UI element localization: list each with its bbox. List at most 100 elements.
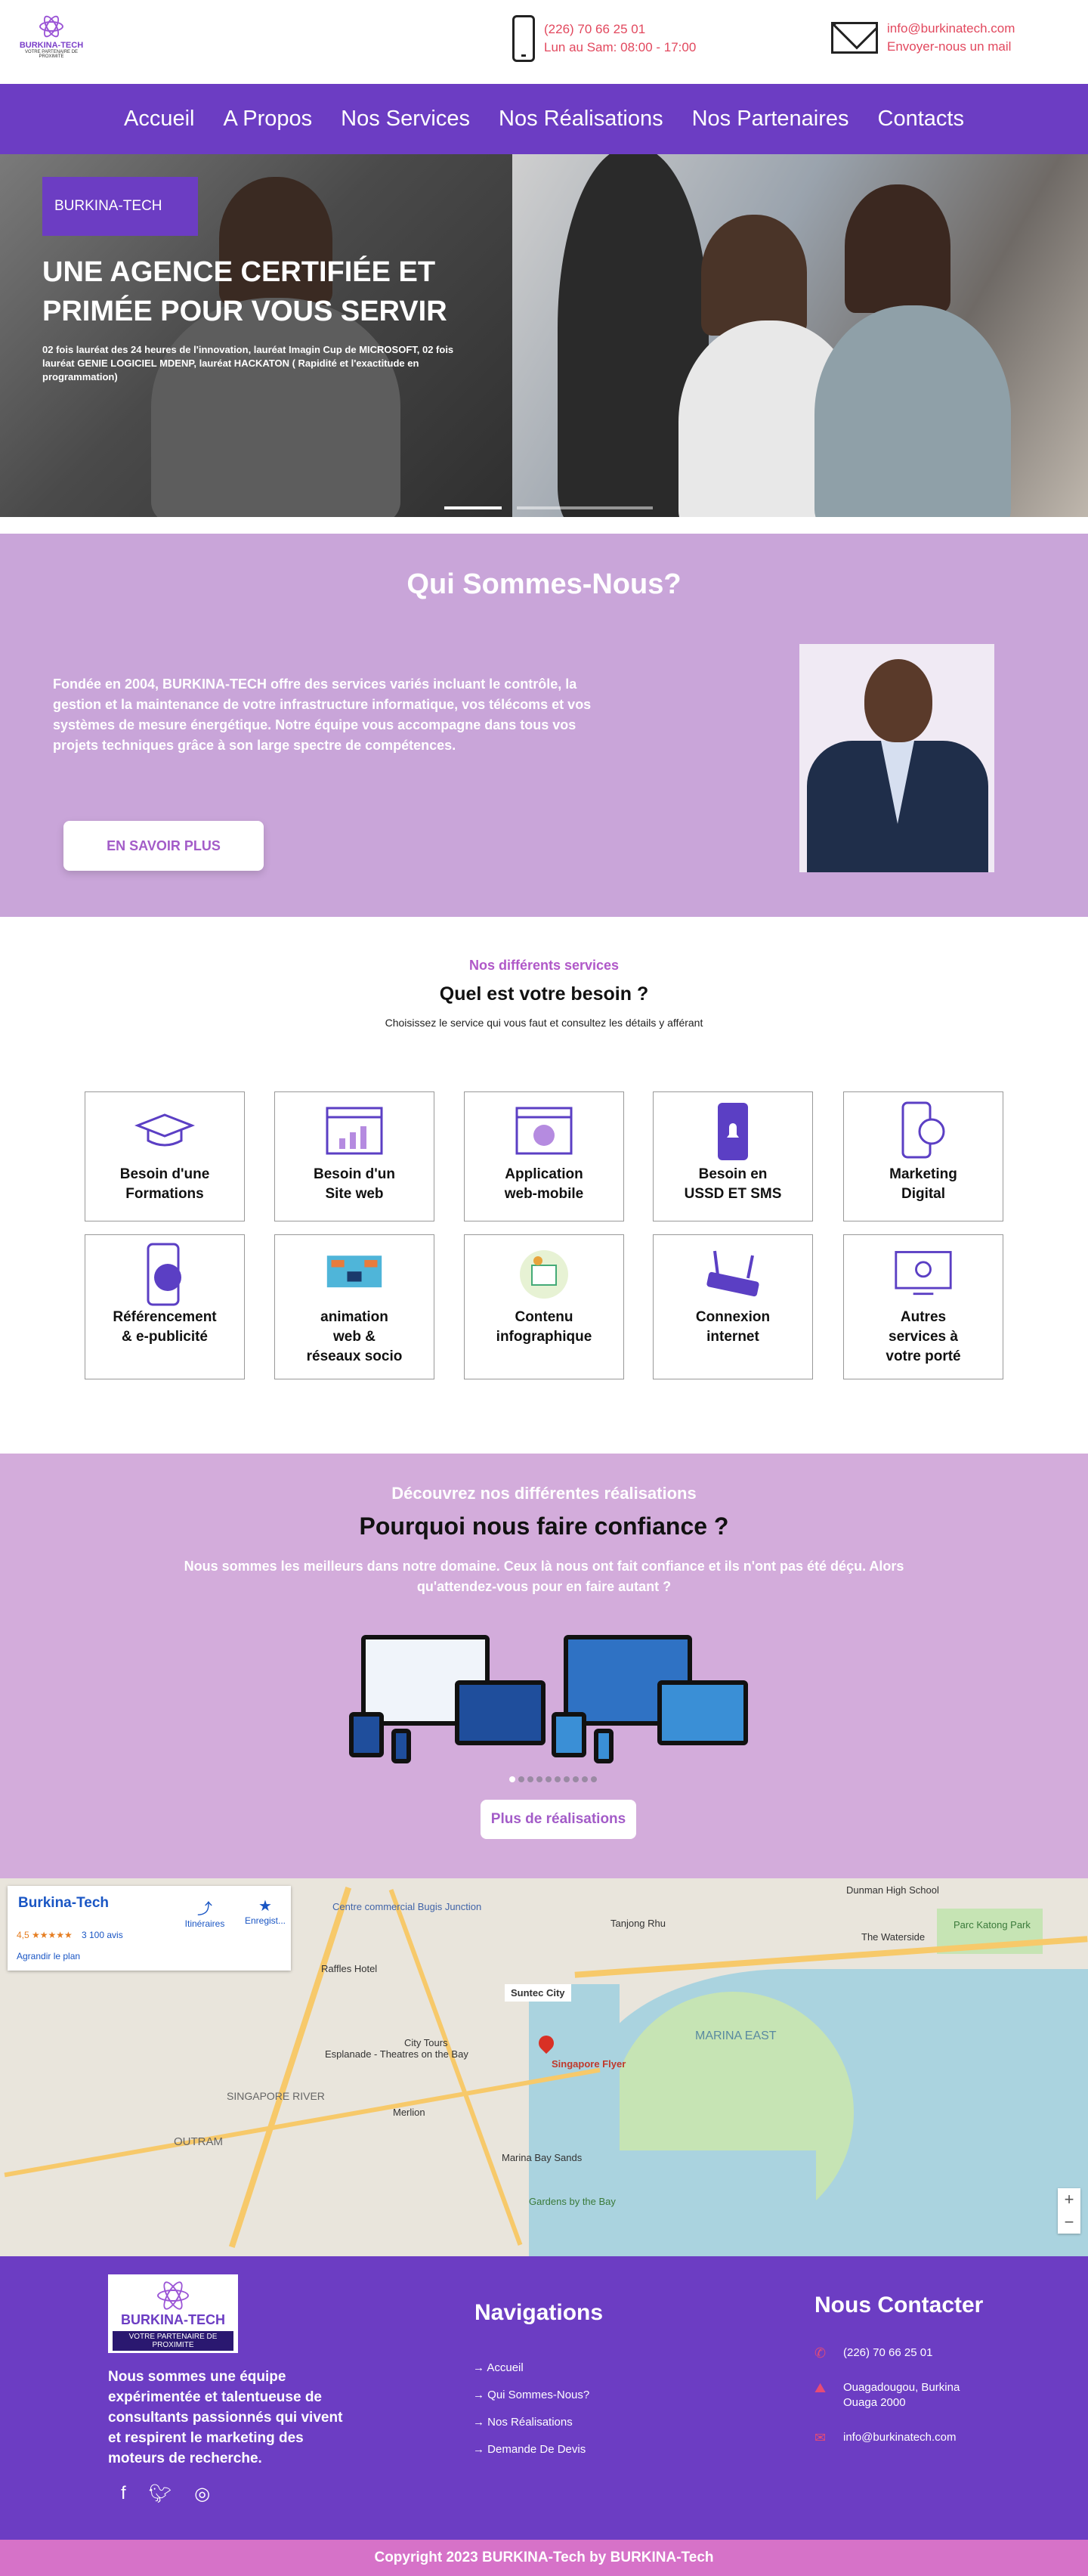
footer-contact-title: Nous Contacter: [814, 2293, 984, 2317]
service-card-web-mobile[interactable]: Application web-mobile: [464, 1091, 624, 1221]
map-save-button[interactable]: ★ Enregist...: [239, 1896, 292, 1926]
map-label: Raffles Hotel: [321, 1963, 378, 1974]
web-app-icon: [514, 1101, 574, 1162]
footer-nav-devis[interactable]: Demande De Devis: [473, 2436, 589, 2463]
map-label: MARINA EAST: [695, 2030, 777, 2042]
footer-nav-qui-sommes-nous[interactable]: Qui Sommes-Nous?: [473, 2382, 589, 2409]
footer-nav-title: Navigations: [474, 2300, 604, 2325]
service-card-site-web[interactable]: Besoin d'un Site web: [274, 1091, 434, 1221]
megaphone-phone-icon: [134, 1243, 195, 1306]
service-card-internet[interactable]: Connexion internet: [653, 1234, 813, 1379]
slide-indicator-2[interactable]: [517, 506, 653, 509]
facebook-icon[interactable]: f: [121, 2483, 126, 2505]
nav-partenaires[interactable]: Nos Partenaires: [692, 107, 849, 132]
header-email-address: info@burkinatech.com: [887, 21, 1015, 36]
carousel-dot[interactable]: [555, 1776, 561, 1782]
map-label: SINGAPORE RIVER: [227, 2090, 325, 2102]
zoom-out-button[interactable]: −: [1058, 2211, 1080, 2234]
star-icon: ★: [258, 1898, 272, 1915]
service-card-animation[interactable]: animation web & réseaux socio: [274, 1234, 434, 1379]
service-card-autres[interactable]: Autres services à votre porté: [843, 1234, 1003, 1379]
footer-contact: ✆ (226) 70 66 25 01 ⛰ Ouagadougou, Burkina…: [814, 2345, 1011, 2465]
map-label: OUTRAM: [174, 2135, 223, 2148]
location-icon: ⛰: [814, 2380, 827, 2395]
realisations-text: Nous sommes les meilleurs dans notre dom…: [184, 1559, 904, 1594]
logo[interactable]: BURKINA-TECH VOTRE PARTENAIRE DE PROXIMI…: [15, 13, 88, 62]
service-card-ussd-sms[interactable]: Besoin en USSD ET SMS: [653, 1091, 813, 1221]
carousel-dot[interactable]: [509, 1776, 515, 1782]
service-label: Besoin en USSD ET SMS: [684, 1166, 782, 1202]
learn-more-button[interactable]: EN SAVOIR PLUS: [63, 821, 264, 871]
hero-image-meeting: [512, 154, 1088, 517]
map-label: City Tours: [404, 2037, 448, 2048]
social-links: f 🐦︎ ◎: [121, 2483, 210, 2505]
carousel-dot[interactable]: [518, 1776, 524, 1782]
map-directions-button[interactable]: ⤴ Itinéraires: [178, 1896, 231, 1929]
infographic-icon: [514, 1244, 574, 1305]
nav-accueil[interactable]: Accueil: [124, 107, 195, 132]
hero-badge: BURKINA-TECH: [42, 177, 198, 236]
map-label: Tanjong Rhu: [610, 1918, 666, 1929]
about-section: Qui Sommes-Nous? Fondée en 2004, BURKINA…: [0, 534, 1088, 917]
logo-tagline: VOTRE PARTENAIRE DE PROXIMITE: [24, 50, 79, 59]
realisations-title: Pourquoi nous faire confiance ?: [359, 1512, 729, 1540]
services-lead: Choisissez le service qui vous faut et c…: [385, 1017, 703, 1029]
atom-logo-icon: [154, 2278, 192, 2313]
copyright-bar: Copyright 2023 BURKINA-Tech by BURKINA-T…: [0, 2540, 1088, 2576]
footer-about: Nous sommes une équipe expérimentée et t…: [108, 2369, 343, 2466]
map-label: Dunman High School: [846, 1884, 939, 1896]
footer-logo-name: BURKINA-TECH: [121, 2312, 225, 2327]
slide-indicator-1[interactable]: [444, 506, 502, 509]
service-label: Marketing Digital: [889, 1166, 957, 1202]
footer-phone[interactable]: (226) 70 66 25 01: [843, 2345, 932, 2361]
footer-nav-realisations[interactable]: Nos Réalisations: [473, 2409, 589, 2436]
map-label: Suntec City: [505, 1984, 571, 2002]
service-label: Besoin d'un Site web: [314, 1166, 395, 1202]
carousel-dots: [509, 1776, 597, 1782]
service-label: Autres services à votre porté: [886, 1309, 961, 1364]
nav-services[interactable]: Nos Services: [341, 107, 470, 132]
hero-title: UNE AGENCE CERTIFIÉE ET PRIMÉE POUR VOUS…: [42, 256, 447, 327]
map-place-name[interactable]: Burkina-Tech: [18, 1895, 109, 1912]
service-card-marketing[interactable]: Marketing Digital: [843, 1091, 1003, 1221]
location-map[interactable]: Burkina-Tech 4,5 ★★★★★ 3 100 avis Agrand…: [0, 1878, 1088, 2256]
portfolio-mockup-2[interactable]: [552, 1635, 748, 1763]
service-card-formations[interactable]: Besoin d'une Formations: [85, 1091, 245, 1221]
zoom-in-button[interactable]: +: [1058, 2188, 1080, 2211]
carousel-dot[interactable]: [573, 1776, 579, 1782]
nav-realisations[interactable]: Nos Réalisations: [499, 107, 663, 132]
carousel-dot[interactable]: [527, 1776, 533, 1782]
nav-contacts[interactable]: Contacts: [878, 107, 964, 132]
footer-nav-accueil[interactable]: Accueil: [473, 2355, 589, 2382]
more-realisations-button[interactable]: Plus de réalisations: [481, 1800, 636, 1839]
carousel-dot[interactable]: [546, 1776, 552, 1782]
instagram-icon[interactable]: ◎: [194, 2483, 210, 2505]
footer-email[interactable]: info@burkinatech.com: [843, 2430, 956, 2445]
map-enlarge-link[interactable]: Agrandir le plan: [17, 1951, 80, 1961]
service-label: Contenu infographique: [496, 1309, 592, 1345]
map-directions-label: Itinéraires: [184, 1918, 225, 1929]
carousel-dot[interactable]: [564, 1776, 570, 1782]
nav-a-propos[interactable]: A Propos: [223, 107, 312, 132]
header-hours: Lun au Sam: 08:00 - 17:00: [544, 40, 697, 54]
carousel-dot[interactable]: [591, 1776, 597, 1782]
carousel-dot[interactable]: [582, 1776, 588, 1782]
service-card-infographie[interactable]: Contenu infographique: [464, 1234, 624, 1379]
map-label: Centre commercial Bugis Junction: [332, 1901, 482, 1912]
carousel-dot[interactable]: [536, 1776, 542, 1782]
team-member-photo: [799, 644, 994, 872]
footer-logo[interactable]: BURKINA-TECH VOTRE PARTENAIRE DE PROXIMI…: [108, 2274, 238, 2353]
twitter-icon[interactable]: 🐦︎: [149, 2483, 172, 2505]
header-email[interactable]: info@burkinatech.com Envoyer-nous un mai…: [831, 20, 1015, 56]
map-save-label: Enregist...: [244, 1915, 286, 1926]
service-card-referencement[interactable]: Référencement & e-publicité: [85, 1234, 245, 1379]
map-label: Parc Katong Park: [954, 1919, 1031, 1930]
mail-icon: ✉: [814, 2430, 827, 2445]
map-label: Singapore Flyer: [552, 2058, 626, 2070]
service-label: Besoin d'une Formations: [119, 1166, 210, 1202]
hero-slider: BURKINA-TECH UNE AGENCE CERTIFIÉE ET PRI…: [0, 154, 1088, 517]
portfolio-mockup-1[interactable]: [349, 1635, 546, 1763]
map-rating: 4,5 ★★★★★: [17, 1930, 73, 1940]
map-reviews-link[interactable]: 3 100 avis: [82, 1930, 123, 1940]
header-phone[interactable]: (226) 70 66 25 01 Lun au Sam: 08:00 - 17…: [512, 15, 696, 62]
